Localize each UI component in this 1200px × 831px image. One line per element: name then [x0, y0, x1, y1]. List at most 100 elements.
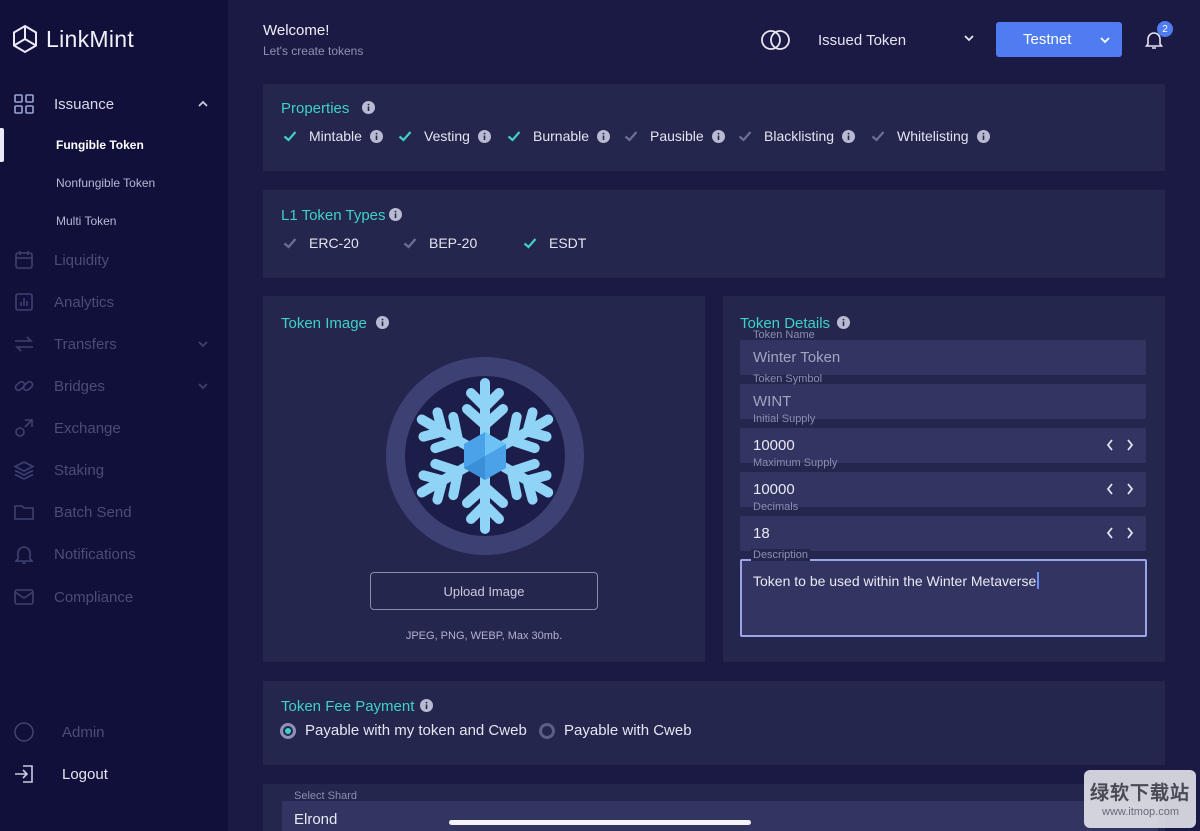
info-icon[interactable]: [976, 129, 990, 143]
sidebar-item-analytics[interactable]: Analytics: [0, 284, 228, 320]
sidebar-subitem-label: Nonfungible Token: [56, 176, 156, 190]
l1-type-erc20[interactable]: ERC-20: [283, 234, 359, 252]
token-name-field[interactable]: Winter Token: [740, 340, 1146, 375]
sidebar-subitem-multi-token[interactable]: Multi Token: [0, 202, 228, 240]
chevron-down-icon[interactable]: [962, 31, 976, 45]
fee-option-label: Payable with my token and Cweb: [305, 722, 527, 739]
sidebar-item-label: Admin: [62, 723, 105, 741]
chevron-up-icon[interactable]: [196, 97, 210, 111]
fee-option-token-and-cweb[interactable]: Payable with my token and Cweb: [280, 722, 527, 739]
snowflake-token-image: [386, 357, 584, 555]
grid-icon: [13, 93, 35, 115]
initial-supply-value: 10000: [753, 437, 795, 454]
property-whitelisting[interactable]: Whitelisting: [871, 127, 990, 145]
token-symbol-label: Token Symbol: [753, 373, 823, 385]
maximum-supply-value: 10000: [753, 481, 795, 498]
property-label: Blacklisting: [764, 128, 835, 144]
info-icon[interactable]: [389, 208, 402, 221]
stepper-arrows-icon[interactable]: [1106, 438, 1134, 452]
chevron-down-icon[interactable]: [196, 379, 210, 393]
sidebar-subitem-label: Multi Token: [56, 214, 117, 228]
check-icon: [398, 131, 412, 142]
property-pausible[interactable]: Pausible: [624, 127, 725, 145]
chart-icon: [13, 291, 35, 313]
sidebar-item-label: Bridges: [54, 377, 105, 395]
sidebar-item-label: Exchange: [54, 419, 121, 437]
check-icon: [738, 131, 752, 142]
app-name: LinkMint: [46, 25, 135, 52]
sidebar-item-exchange[interactable]: Exchange: [0, 410, 228, 446]
property-burnable[interactable]: Burnable: [507, 127, 611, 145]
l1-type-label: ERC-20: [309, 235, 359, 251]
sidebar-item-bridges[interactable]: Bridges: [0, 368, 228, 404]
radio-selected-icon: [280, 722, 296, 739]
l1-type-label: BEP-20: [429, 235, 478, 251]
token-name-value: Winter Token: [753, 349, 841, 366]
info-icon[interactable]: [842, 129, 856, 143]
info-icon[interactable]: [369, 129, 383, 143]
circle-icon: [13, 721, 35, 743]
sidebar-item-admin[interactable]: Admin: [0, 714, 228, 750]
sidebar-item-compliance[interactable]: Compliance: [0, 579, 228, 615]
property-label: Vesting: [424, 128, 470, 144]
app-logo[interactable]: LinkMint: [12, 24, 134, 54]
shard-value: Elrond: [294, 811, 338, 828]
text-caret: [1037, 572, 1040, 589]
property-blacklisting[interactable]: Blacklisting: [738, 127, 856, 145]
property-label: Pausible: [650, 128, 704, 144]
l1-type-esdt[interactable]: ESDT: [523, 234, 586, 252]
info-icon[interactable]: [837, 316, 850, 329]
sidebar-item-batch-send[interactable]: Batch Send: [0, 494, 228, 530]
sidebar-item-staking[interactable]: Staking: [0, 452, 228, 488]
l1-token-types-panel: [263, 190, 1165, 278]
sidebar-item-notifications[interactable]: Notifications: [0, 536, 228, 572]
l1-type-bep20[interactable]: BEP-20: [403, 234, 477, 252]
property-mintable[interactable]: Mintable: [283, 127, 383, 145]
chevron-down-icon[interactable]: [196, 337, 210, 351]
sidebar-item-label: Transfers: [54, 335, 117, 353]
sidebar-subitem-fungible-token[interactable]: Fungible Token: [0, 126, 228, 164]
token-type-select[interactable]: Issued Token: [818, 32, 906, 49]
fee-option-label: Payable with Cweb: [564, 722, 692, 739]
sidebar-item-label: Logout: [62, 765, 108, 783]
token-symbol-value: WINT: [753, 393, 792, 410]
info-icon[interactable]: [376, 316, 389, 329]
decimals-field[interactable]: 18: [740, 516, 1146, 551]
stepper-arrows-icon[interactable]: [1106, 482, 1134, 496]
description-textarea[interactable]: Token to be used within the Winter Metav…: [740, 559, 1147, 637]
stepper-arrows-icon[interactable]: [1106, 526, 1134, 540]
description-value: Token to be used within the Winter Metav…: [753, 572, 1040, 589]
check-icon: [403, 238, 417, 249]
network-select-button[interactable]: Testnet: [996, 22, 1122, 57]
transfer-icon: [13, 333, 35, 355]
info-icon[interactable]: [711, 129, 725, 143]
bell-icon: [13, 543, 35, 565]
sidebar-item-label: Batch Send: [54, 503, 132, 521]
calendar-icon: [13, 249, 35, 271]
theme-toggle-icon[interactable]: [760, 29, 794, 51]
info-icon[interactable]: [477, 129, 491, 143]
info-icon[interactable]: [362, 101, 375, 114]
info-icon[interactable]: [597, 129, 611, 143]
property-vesting[interactable]: Vesting: [398, 127, 491, 145]
watermark-url: www.itmop.com: [1102, 806, 1180, 818]
check-icon: [871, 131, 885, 142]
select-shard-dropdown[interactable]: Elrond: [282, 801, 1158, 831]
logout-icon: [13, 763, 35, 785]
sidebar-item-issuance[interactable]: Issuance: [0, 86, 228, 122]
exchange-icon: [13, 417, 35, 439]
info-icon[interactable]: [420, 699, 433, 712]
chevron-down-icon: [1100, 37, 1110, 44]
sidebar-item-label: Analytics: [54, 293, 115, 311]
property-label: Mintable: [309, 128, 362, 144]
sidebar-item-liquidity[interactable]: Liquidity: [0, 242, 228, 278]
maximum-supply-field[interactable]: 10000: [740, 472, 1146, 507]
sidebar-item-label: Compliance: [54, 588, 134, 606]
sidebar-item-logout[interactable]: Logout: [0, 756, 228, 792]
fee-option-cweb[interactable]: Payable with Cweb: [539, 722, 692, 739]
sidebar-subitem-nonfungible-token[interactable]: Nonfungible Token: [0, 164, 228, 202]
upload-image-button[interactable]: Upload Image: [370, 572, 598, 610]
select-shard-label: Select Shard: [294, 790, 357, 802]
folder-icon: [13, 501, 35, 523]
sidebar-item-transfers[interactable]: Transfers: [0, 326, 228, 362]
